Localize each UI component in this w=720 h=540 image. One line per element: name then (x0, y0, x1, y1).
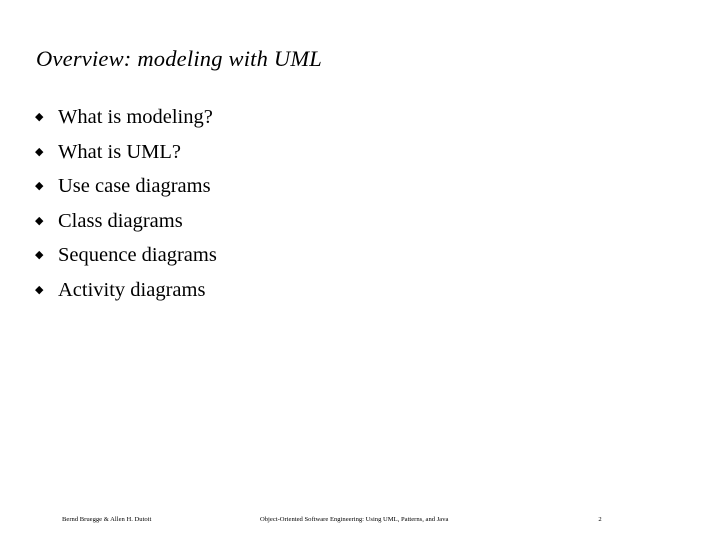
list-item: ◆ What is UML? (33, 138, 673, 173)
list-item: ◆ Sequence diagrams (33, 241, 673, 276)
diamond-bullet-icon: ◆ (35, 249, 44, 262)
list-item-label: What is modeling? (58, 106, 213, 128)
diamond-bullet-icon: ◆ (35, 145, 44, 158)
diamond-bullet-icon: ◆ (35, 111, 44, 123)
diamond-bullet-icon: ◆ (35, 283, 44, 296)
list-item-label: Sequence diagrams (58, 244, 217, 267)
footer-authors: Bernd Bruegge & Allen H. Dutoit (62, 516, 152, 523)
footer-book-title: Object-Oriented Software Engineering: Us… (260, 516, 449, 523)
bullet-list: ◆ What is modeling? ◆ What is UML? ◆ Use… (33, 103, 673, 311)
list-item: ◆ Use case diagrams (33, 172, 673, 207)
list-item: ◆ Class diagrams (33, 207, 673, 242)
list-item-label: Activity diagrams (58, 278, 206, 301)
slide-footer: Bernd Bruegge & Allen H. Dutoit Object-O… (0, 512, 720, 528)
list-item-label: Class diagrams (58, 209, 183, 232)
list-item: ◆ What is modeling? (33, 103, 673, 138)
diamond-bullet-icon: ◆ (35, 180, 44, 193)
list-item-label: What is UML? (58, 140, 181, 163)
slide: Overview: modeling with UML ◆ What is mo… (0, 0, 720, 540)
footer-page-number: 2 (598, 516, 602, 523)
page-title: Overview: modeling with UML (36, 46, 322, 72)
list-item: ◆ Activity diagrams (33, 276, 673, 311)
diamond-bullet-icon: ◆ (35, 214, 44, 227)
list-item-label: Use case diagrams (58, 175, 211, 198)
